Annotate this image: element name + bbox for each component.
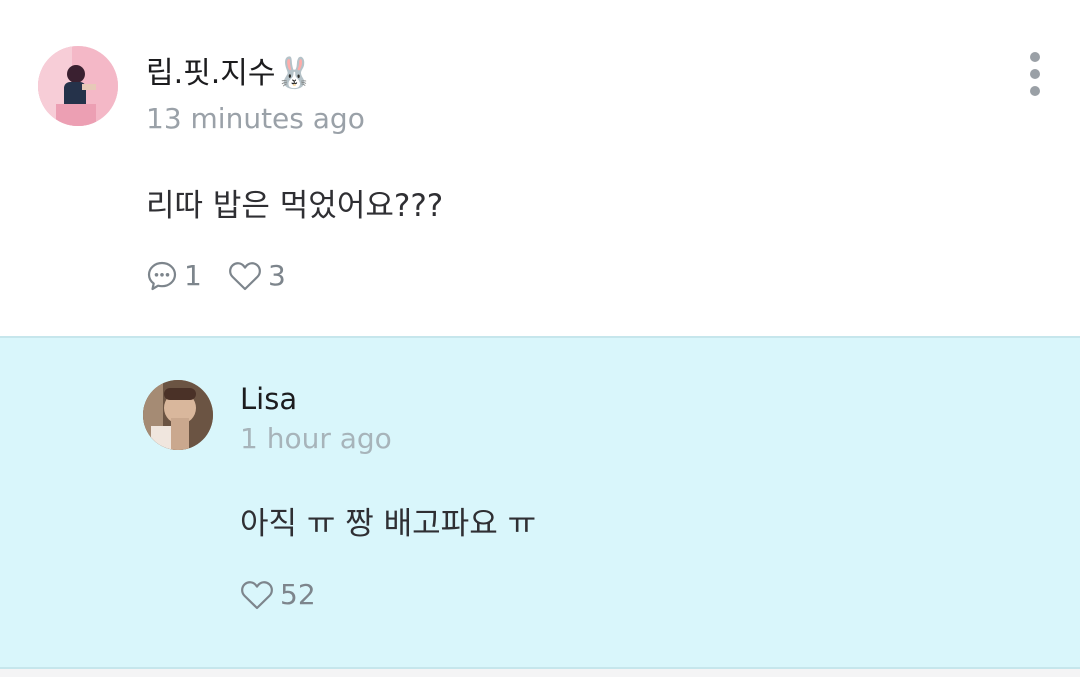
more-vertical-icon bbox=[1030, 86, 1040, 96]
comment-card: 립.핏.지수🐰 13 minutes ago 리따 밥은 먹었어요??? 1 3 bbox=[0, 0, 1080, 336]
comment-text: 리따 밥은 먹었어요??? bbox=[146, 188, 444, 224]
reply-like-button[interactable]: 52 bbox=[240, 578, 316, 611]
avatar[interactable] bbox=[38, 46, 118, 126]
divider bbox=[0, 669, 1080, 677]
comment-author[interactable]: 립.핏.지수🐰 bbox=[146, 48, 313, 92]
reply-count: 1 bbox=[184, 259, 202, 292]
avatar[interactable] bbox=[143, 380, 213, 450]
heart-icon bbox=[241, 580, 273, 609]
like-button[interactable]: 3 bbox=[228, 259, 286, 292]
more-vertical-icon bbox=[1030, 52, 1040, 62]
avatar-image bbox=[38, 46, 118, 126]
reply-text: 아직 ㅠ 짱 배고파요 ㅠ bbox=[240, 506, 537, 542]
reply-like-count: 52 bbox=[280, 578, 316, 611]
reply-author[interactable]: Lisa bbox=[240, 382, 297, 416]
more-vertical-icon bbox=[1030, 69, 1040, 79]
like-count: 3 bbox=[268, 259, 286, 292]
comment-bubble-icon bbox=[147, 261, 177, 290]
avatar-image bbox=[143, 380, 213, 450]
reply-timestamp: 1 hour ago bbox=[240, 422, 392, 455]
comment-timestamp: 13 minutes ago bbox=[146, 102, 365, 135]
reply-count-button[interactable]: 1 bbox=[146, 259, 202, 292]
heart-icon bbox=[229, 261, 261, 290]
more-options-button[interactable] bbox=[1018, 50, 1052, 98]
